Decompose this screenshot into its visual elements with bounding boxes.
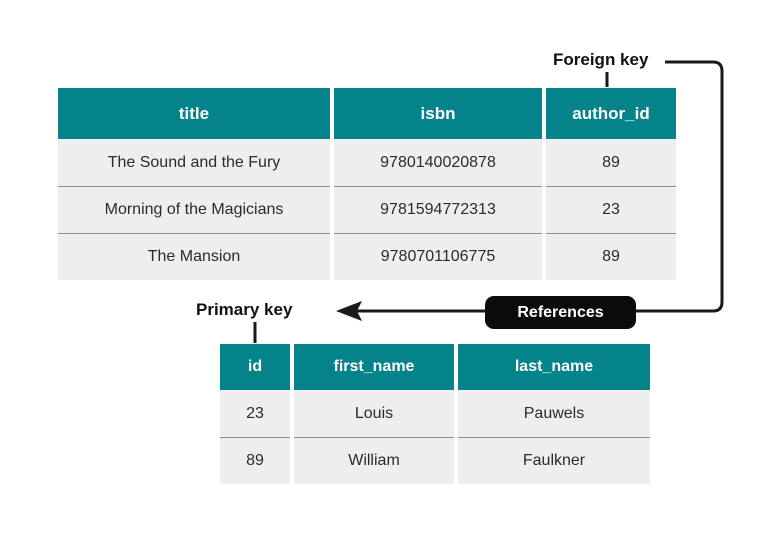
table-cell: Louis — [294, 390, 454, 437]
table-cell: 23 — [546, 186, 676, 233]
column-first-name: first_name Louis William — [294, 344, 454, 484]
diagram-canvas: title The Sound and the Fury Morning of … — [0, 0, 782, 542]
references-arrowhead — [336, 301, 362, 321]
table-cell: Faulkner — [458, 437, 650, 484]
table-cell: 9781594772313 — [334, 186, 542, 233]
table-cell: The Mansion — [58, 233, 330, 280]
primary-key-label: Primary key — [196, 300, 293, 319]
references-badge: References — [485, 296, 636, 329]
column-title: title The Sound and the Fury Morning of … — [58, 88, 330, 280]
table-cell: 9780140020878 — [334, 139, 542, 186]
table-cell: 89 — [546, 233, 676, 280]
column-id: id 23 89 — [220, 344, 290, 484]
column-header-author-id: author_id — [546, 88, 676, 139]
books-table: title The Sound and the Fury Morning of … — [58, 88, 676, 280]
column-header-last-name: last_name — [458, 344, 650, 390]
column-last-name: last_name Pauwels Faulkner — [458, 344, 650, 484]
foreign-key-label: Foreign key — [553, 50, 649, 69]
column-header-id: id — [220, 344, 290, 390]
column-header-first-name: first_name — [294, 344, 454, 390]
table-cell: Pauwels — [458, 390, 650, 437]
column-isbn: isbn 9780140020878 9781594772313 9780701… — [334, 88, 542, 280]
table-cell: 9780701106775 — [334, 233, 542, 280]
column-header-isbn: isbn — [334, 88, 542, 139]
column-header-title: title — [58, 88, 330, 139]
table-cell: Morning of the Magicians — [58, 186, 330, 233]
table-cell: 23 — [220, 390, 290, 437]
column-author-id: author_id 89 23 89 — [546, 88, 676, 280]
table-cell: William — [294, 437, 454, 484]
table-cell: 89 — [546, 139, 676, 186]
table-cell: 89 — [220, 437, 290, 484]
table-cell: The Sound and the Fury — [58, 139, 330, 186]
authors-table: id 23 89 first_name Louis William last_n… — [220, 344, 650, 484]
